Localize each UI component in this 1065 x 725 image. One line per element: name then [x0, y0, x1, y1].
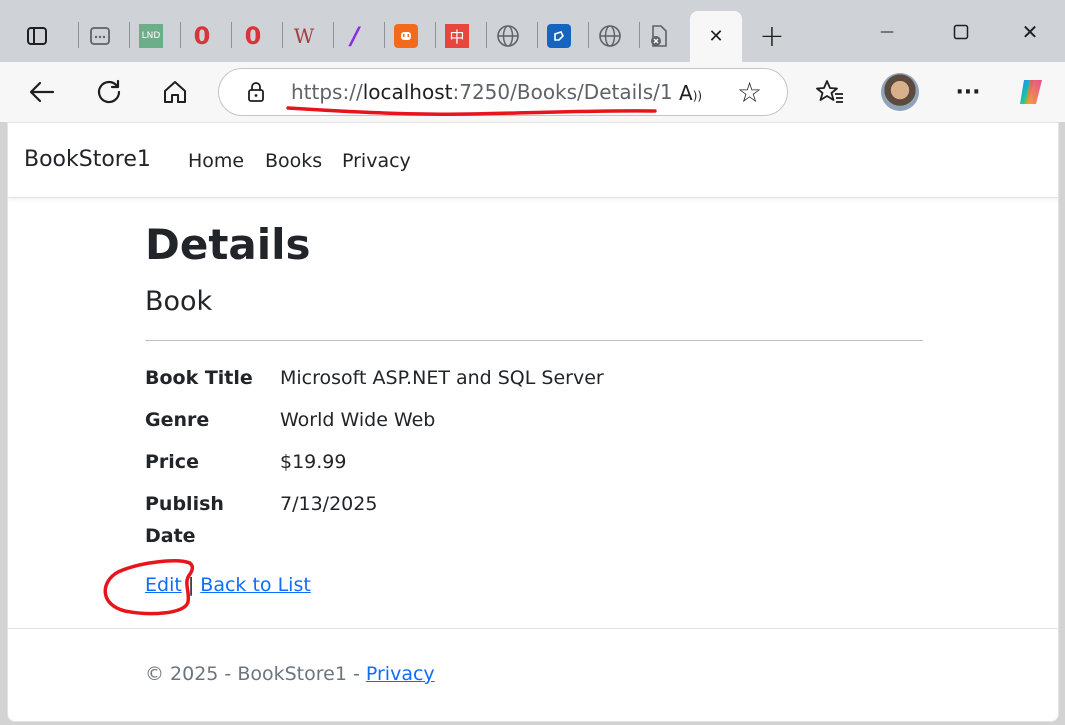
copilot-button[interactable] [1010, 70, 1054, 114]
page-error-tab-icon[interactable] [637, 14, 681, 58]
more-button[interactable]: ··· [946, 70, 990, 114]
page-viewport: BookStore1 Home Books Privacy Details Bo… [7, 122, 1059, 722]
refresh-button[interactable] [87, 70, 131, 114]
slash-tab-icon[interactable]: / [333, 14, 377, 58]
nav-privacy[interactable]: Privacy [342, 150, 411, 172]
back-button[interactable] [20, 70, 64, 114]
new-tab-button[interactable]: + [750, 14, 794, 58]
edit-link[interactable]: Edit [145, 574, 182, 596]
maximize-button[interactable] [938, 14, 984, 50]
lnd-tab-icon[interactable]: LND [129, 14, 173, 58]
app-tab-icon[interactable] [78, 14, 122, 58]
maximize-icon [953, 24, 969, 40]
w-tab-icon[interactable]: W [282, 14, 326, 58]
read-aloud-icon[interactable]: A)) [679, 81, 702, 105]
field-label-publish-date: Publish Date [145, 493, 224, 547]
url-text[interactable]: https://localhost:7250/Books/Details/1 [291, 80, 673, 104]
action-links: Edit | Back to List [145, 574, 311, 596]
more-icon: ··· [955, 79, 981, 105]
blue-app-tab-icon[interactable] [537, 14, 581, 58]
page-title: Details [145, 220, 311, 269]
opera-tab-icon[interactable]: 0 [231, 14, 275, 58]
favorite-star-icon[interactable]: ☆ [737, 76, 762, 109]
home-button[interactable] [153, 70, 197, 114]
brand-link[interactable]: BookStore1 [24, 147, 151, 172]
field-value-book-title: Microsoft ASP.NET and SQL Server [280, 367, 604, 389]
close-tab-icon[interactable]: ✕ [708, 26, 723, 47]
minimize-icon: — [880, 24, 894, 40]
opera-tab-icon[interactable]: 0 [180, 14, 224, 58]
page-subtitle: Book [145, 286, 213, 317]
plus-icon: + [759, 18, 785, 54]
tab-strip: LND 0 0 W / 中 ✕ + — ✕ [0, 0, 1065, 62]
close-window-button[interactable]: ✕ [1007, 14, 1053, 50]
footer-text: © 2025 - BookStore1 - [145, 663, 366, 685]
globe-tab-icon[interactable] [486, 14, 530, 58]
favorites-list-icon [816, 80, 843, 103]
field-label-book-title: Book Title [145, 367, 253, 389]
globe-tab-icon[interactable] [588, 14, 632, 58]
profile-avatar[interactable] [881, 73, 919, 111]
field-label-genre: Genre [145, 409, 210, 431]
nav-home[interactable]: Home [188, 150, 244, 172]
home-icon [164, 81, 186, 103]
close-icon: ✕ [1021, 20, 1039, 44]
field-value-genre: World Wide Web [280, 409, 436, 431]
plug-tab-icon[interactable] [384, 14, 428, 58]
back-to-list-link[interactable]: Back to List [200, 574, 311, 596]
active-tab[interactable]: ✕ [690, 11, 742, 62]
workspaces-icon[interactable] [15, 14, 59, 58]
address-bar[interactable]: https://localhost:7250/Books/Details/1 A… [218, 68, 788, 116]
field-value-price: $19.99 [280, 451, 347, 473]
copilot-icon [1020, 80, 1042, 104]
field-value-publish-date: 7/13/2025 [280, 493, 378, 515]
refresh-icon [97, 79, 121, 104]
minimize-button[interactable]: — [864, 14, 910, 50]
favorites-button[interactable] [808, 70, 852, 114]
divider [145, 340, 923, 341]
site-navbar: BookStore1 Home Books Privacy [8, 123, 1058, 198]
field-label-price: Price [145, 451, 199, 473]
nav-books[interactable]: Books [265, 150, 322, 172]
site-footer: © 2025 - BookStore1 - Privacy [145, 663, 435, 685]
link-separator: | [187, 574, 195, 596]
footer-divider [8, 628, 1058, 629]
browser-toolbar: https://localhost:7250/Books/Details/1 A… [0, 62, 1065, 122]
lock-icon[interactable] [246, 81, 266, 103]
zhong-tab-icon[interactable]: 中 [435, 14, 479, 58]
back-arrow-icon [29, 81, 55, 103]
footer-privacy-link[interactable]: Privacy [366, 663, 435, 685]
